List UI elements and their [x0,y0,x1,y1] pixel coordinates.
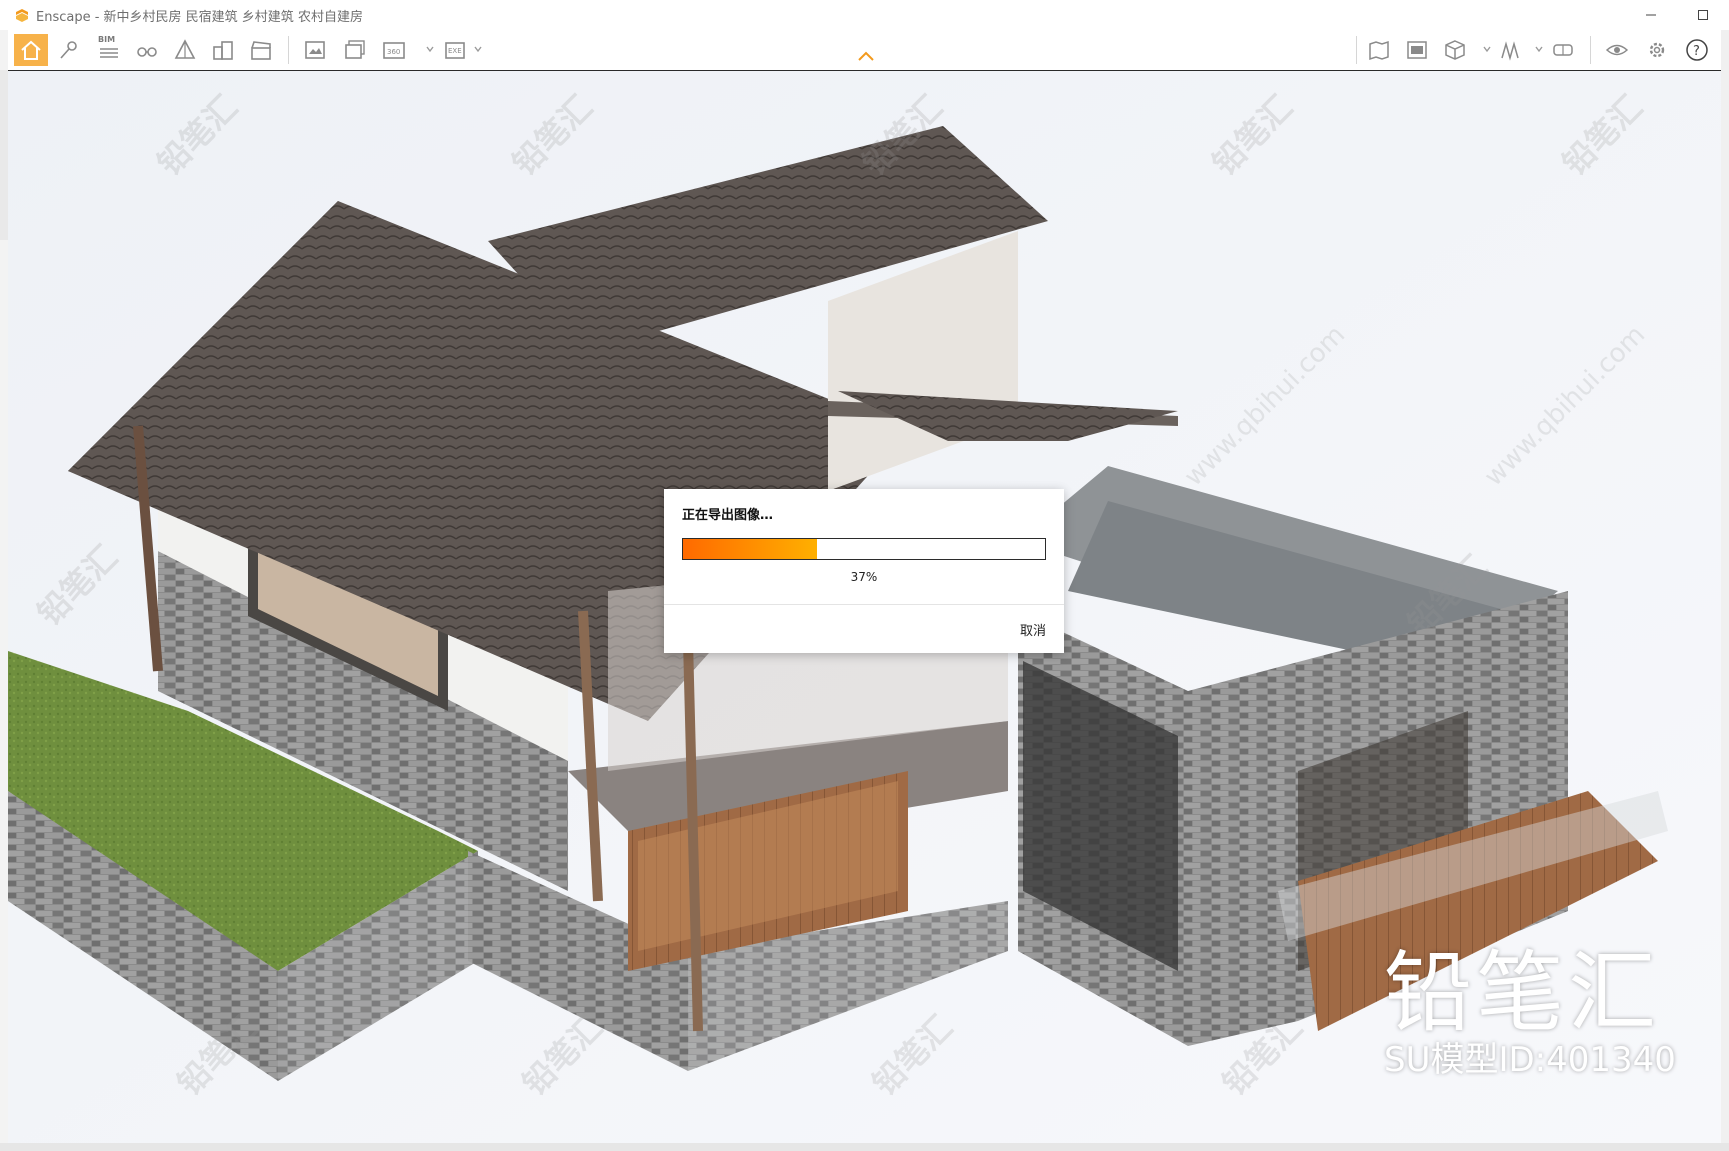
eye-icon [1605,44,1629,56]
cancel-button[interactable]: 取消 [1020,620,1046,639]
bottom-edge [0,1143,1729,1151]
panorama-360-icon: 360 [383,42,405,59]
right-panel-strip [1721,30,1729,1151]
chevron-down-icon[interactable] [473,44,483,54]
home-button[interactable] [14,34,48,66]
batch-render-icon [345,40,365,59]
collapse-toolbar-icon[interactable] [856,50,876,62]
panorama-button[interactable]: 360 [378,34,412,66]
toolbar-separator [1356,36,1357,64]
map-icon [1369,40,1389,61]
atlas-icon [1501,41,1519,61]
atlas-button[interactable] [1494,34,1528,66]
brand-name: 铅笔汇 [1384,941,1661,1044]
window-controls [1625,0,1729,30]
svg-text:360: 360 [387,48,400,56]
vr-headset-icon [1553,44,1573,56]
views-button[interactable] [52,34,86,66]
gear-icon [1649,42,1665,58]
chevron-down-icon[interactable] [425,44,435,54]
exe-export-icon: EXE [445,42,465,59]
export-progress-dialog: 正在导出图像… 37% 取消 [664,489,1064,653]
window-title: Enscape - 新中乡村民房 民宿建筑 乡村建筑 农村自建房 [36,9,363,25]
asset-library-icon [1407,41,1427,59]
screenshot-button[interactable] [298,34,332,66]
home-icon [21,40,41,60]
video-editor-button[interactable] [244,34,278,66]
grid-button[interactable] [168,34,202,66]
chevron-down-icon[interactable] [1534,44,1544,54]
dialog-divider [664,604,1064,605]
maximize-button[interactable] [1677,0,1729,30]
dialog-title: 正在导出图像… [682,508,774,523]
buildings-button[interactable] [206,34,240,66]
exe-export-button[interactable]: EXE [440,34,474,66]
enscape-logo-icon [16,9,28,22]
title-bar: Enscape - 新中乡村民房 民宿建筑 乡村建筑 农村自建房 [0,0,1729,30]
svg-text:EXE: EXE [448,47,462,55]
minimize-icon [1646,14,1656,16]
model-id: SU模型ID:401340 [1384,1040,1676,1080]
pin-icon [60,41,77,59]
bim-label: BIM [98,35,116,44]
material-editor-button[interactable] [1438,34,1472,66]
binoculars-icon [137,47,157,57]
visual-settings-button[interactable] [1600,34,1634,66]
help-icon: ? [1686,39,1708,61]
help-button[interactable]: ? [1680,34,1714,66]
brand-watermark: 铅笔汇 SU模型ID:401340 [1384,941,1684,1080]
buildings-icon [213,41,233,60]
toolbar-separator [1590,36,1591,64]
left-panel-accent [0,70,8,240]
binoculars-button[interactable] [130,34,164,66]
grid-icon [174,39,196,59]
chevron-down-icon[interactable] [1482,44,1492,54]
svg-text:?: ? [1693,44,1700,59]
clapper-icon [251,41,271,60]
progress-percent: 37% [850,570,878,584]
minimize-button[interactable] [1625,0,1677,30]
map-button[interactable] [1362,34,1396,66]
asset-library-button[interactable] [1400,34,1434,66]
bim-button[interactable]: BIM [92,34,126,66]
toolbar-separator [288,36,289,64]
progress-bar-fill [683,539,817,559]
screenshot-icon [305,41,325,59]
cube-icon [1445,40,1465,60]
progress-bar [682,538,1046,560]
batch-render-button[interactable] [338,34,372,66]
vr-headset-button[interactable] [1546,34,1580,66]
toolbar: BIM 360 EXE ? [8,30,1721,71]
settings-button[interactable] [1640,34,1674,66]
maximize-icon [1698,10,1708,20]
